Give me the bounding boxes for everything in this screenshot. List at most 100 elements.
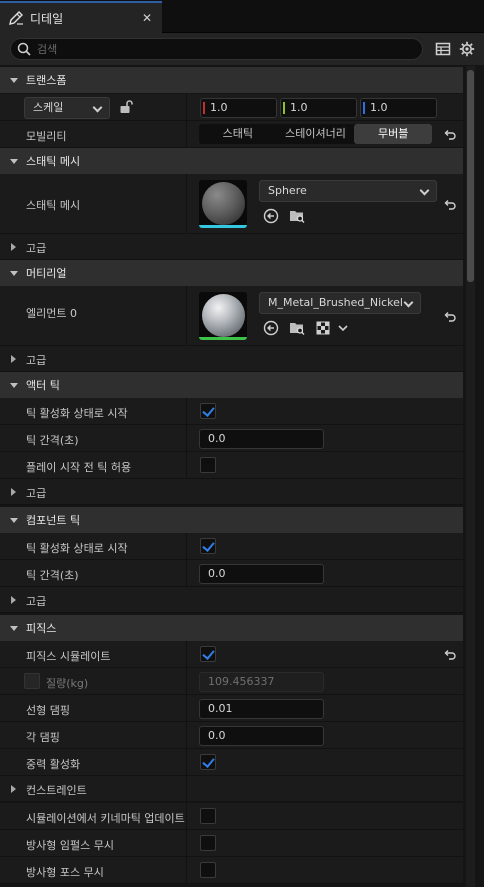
material-advanced[interactable]: 고급: [0, 346, 463, 372]
table-icon[interactable]: [435, 41, 451, 57]
row-actor-tick-start: 틱 활성화 상태로 시작: [0, 398, 463, 425]
column-divider: [186, 533, 187, 559]
caret-right-icon: [11, 785, 16, 793]
scale-z-field[interactable]: 1.0: [360, 98, 437, 118]
search-box[interactable]: [10, 38, 423, 60]
static-mesh-advanced[interactable]: 고급: [0, 234, 463, 260]
angular-damping-label: 각 댐핑: [26, 731, 60, 744]
mobility-static[interactable]: 스태틱: [199, 124, 277, 144]
linear-damping-label: 선형 댐핑: [26, 704, 70, 717]
section-actor-tick[interactable]: 액터 틱: [0, 372, 463, 398]
ignore-radial-impulse-label: 방사형 임펄스 무시: [26, 839, 114, 852]
checker-icon[interactable]: [315, 320, 331, 336]
advanced-label: 고급: [26, 487, 47, 500]
section-material[interactable]: 머티리얼: [0, 260, 463, 286]
caret-down-icon: [10, 517, 18, 523]
ignore-radial-force-checkbox[interactable]: [200, 862, 216, 878]
browse-arrow-icon[interactable]: [263, 320, 279, 336]
row-component-tick-start: 틱 활성화 상태로 시작: [0, 533, 463, 560]
section-title: 머티리얼: [26, 267, 67, 280]
constraints-group[interactable]: 컨스트레인트: [0, 776, 463, 802]
row-actor-tick-interval: 틱 간격(초) 0.0: [0, 425, 463, 452]
section-title: 피직스: [26, 622, 57, 635]
ignore-radial-impulse-checkbox[interactable]: [200, 835, 216, 851]
linear-damping-input[interactable]: 0.01: [199, 699, 324, 719]
column-divider: [186, 452, 187, 478]
mobility-selector[interactable]: 스태틱 스테이셔너리 무버블: [199, 124, 433, 144]
scale-x-field[interactable]: 1.0: [200, 98, 277, 118]
reset-arrow-icon[interactable]: [443, 197, 457, 211]
tick-interval-input[interactable]: 0.0: [199, 429, 324, 449]
search-row: [0, 33, 484, 65]
component-tick-interval-input[interactable]: 0.0: [199, 564, 324, 584]
section-component-tick[interactable]: 컴포넌트 틱: [0, 507, 463, 533]
z-axis-bar: [363, 102, 365, 114]
material-preview: [202, 294, 245, 337]
mesh-thumbnail[interactable]: [199, 180, 247, 228]
row-allow-tick-before-play: 플레이 시작 전 틱 허용: [0, 452, 463, 479]
column-divider: [186, 695, 187, 721]
column-divider: [186, 776, 187, 801]
x-axis-bar: [203, 102, 205, 114]
kinematic-update-checkbox[interactable]: [200, 808, 216, 824]
advanced-label: 고급: [26, 595, 47, 608]
asset-type-underline: [199, 337, 247, 340]
tab-details[interactable]: 디테일 ✕: [0, 1, 162, 33]
reset-arrow-icon[interactable]: [443, 309, 457, 323]
mobility-movable[interactable]: 무버블: [354, 124, 433, 144]
section-title: 트랜스폼: [26, 74, 67, 87]
material-thumbnail[interactable]: [199, 292, 247, 340]
details-panel: 트랜스폼 스케일 1.0 1.0 1.0 모빌리티 스태틱 스테이셔너리 무버블…: [0, 66, 463, 887]
mobility-label: 모빌리티: [26, 130, 67, 143]
angular-damping-input[interactable]: 0.0: [199, 726, 324, 746]
scale-dropdown[interactable]: 스케일: [24, 97, 110, 119]
chevron-down-icon[interactable]: [335, 320, 351, 336]
gear-icon[interactable]: [459, 41, 475, 57]
tick-start-checkbox[interactable]: [200, 403, 216, 419]
column-divider: [186, 398, 187, 424]
element-label: 엘리먼트 0: [26, 307, 77, 320]
tick-interval-label: 틱 간격(초): [26, 569, 79, 582]
close-icon[interactable]: ✕: [142, 11, 152, 25]
component-tick-start-checkbox[interactable]: [200, 538, 216, 554]
scale-y-field[interactable]: 1.0: [280, 98, 357, 118]
advanced-label: 고급: [26, 242, 47, 255]
section-title: 스태틱 메시: [26, 155, 81, 168]
column-divider: [186, 722, 187, 748]
folder-search-icon[interactable]: [289, 320, 305, 336]
constraints-label: 컨스트레인트: [26, 784, 87, 797]
row-static-mesh: 스태틱 메시 Sphere: [0, 174, 463, 234]
allow-before-play-checkbox[interactable]: [200, 457, 216, 473]
section-physics[interactable]: 피직스: [0, 615, 463, 641]
tab-title: 디테일: [30, 11, 64, 26]
lock-icon[interactable]: [118, 99, 134, 115]
tick-interval-label: 틱 간격(초): [26, 434, 79, 447]
folder-search-icon[interactable]: [289, 208, 305, 224]
column-divider: [186, 803, 187, 829]
component-tick-advanced[interactable]: 고급: [0, 587, 463, 613]
scrollbar[interactable]: [466, 66, 475, 887]
material-value: M_Metal_Brushed_Nickel: [268, 296, 403, 309]
section-transform[interactable]: 트랜스폼: [0, 67, 463, 93]
mesh-dropdown[interactable]: Sphere: [259, 180, 437, 202]
pencil-icon: [9, 11, 23, 25]
mobility-stationary[interactable]: 스테이셔너리: [277, 124, 355, 144]
gravity-label: 중력 활성화: [26, 758, 81, 771]
search-input[interactable]: [37, 42, 397, 56]
reset-arrow-icon[interactable]: [443, 127, 457, 141]
column-divider: [186, 286, 187, 345]
row-ignore-radial-force: 방사형 포스 무시: [0, 857, 463, 884]
browse-arrow-icon[interactable]: [263, 208, 279, 224]
actor-tick-advanced[interactable]: 고급: [0, 479, 463, 505]
scrollbar-thumb[interactable]: [467, 70, 474, 282]
reset-arrow-icon[interactable]: [443, 647, 457, 661]
section-static-mesh[interactable]: 스태틱 메시: [0, 148, 463, 174]
simulate-physics-label: 피직스 시뮬레이트: [26, 650, 111, 663]
ignore-radial-force-label: 방사형 포스 무시: [26, 866, 104, 879]
column-divider: [186, 121, 187, 147]
simulate-physics-checkbox[interactable]: [200, 646, 216, 662]
mass-override-checkbox[interactable]: [24, 673, 40, 689]
gravity-checkbox[interactable]: [200, 754, 216, 770]
material-dropdown[interactable]: M_Metal_Brushed_Nickel: [259, 292, 421, 314]
row-mobility: 모빌리티 스태틱 스테이셔너리 무버블: [0, 121, 463, 148]
